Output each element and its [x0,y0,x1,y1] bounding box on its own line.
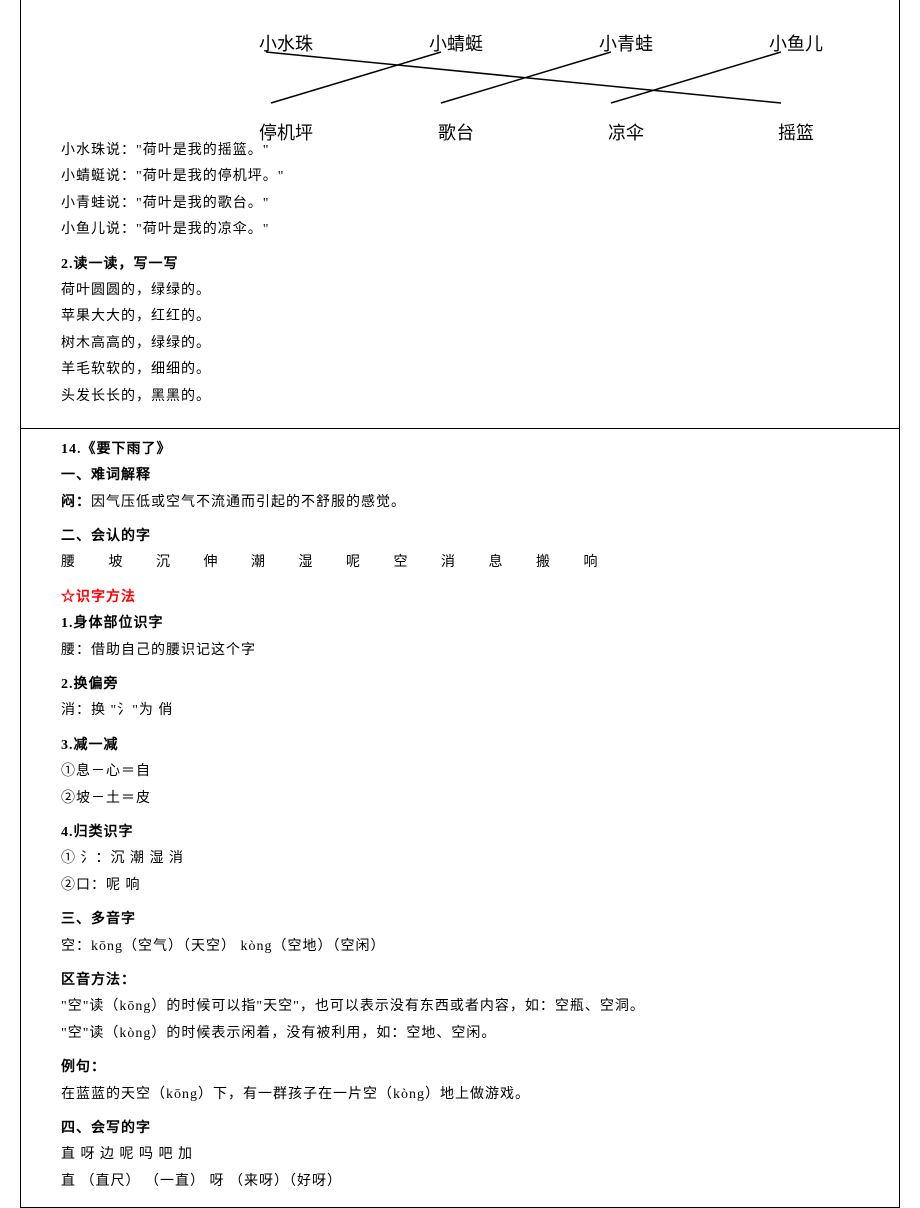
s4-l2: 直 （直尺） （一直） 呀 （来呀）（好呀） [61,1171,859,1193]
char-shen: 伸 [204,552,219,574]
qy-l2: "空"读（kòng）的时候表示闲着，没有被利用，如：空地、空闲。 [61,1023,859,1045]
m4-l2: ②口：呢 响 [61,875,859,897]
s3-line: 空：kōng（空气）（天空） kòng（空地）（空闲） [61,936,859,958]
char-po: 坡 [109,552,124,574]
char-ban: 搬 [536,552,551,574]
quote-4: 小鱼儿说："荷叶是我的凉伞。" [61,219,859,241]
s1-heading: 一、难词解释 [61,465,859,487]
section2-line-1: 荷叶圆圆的，绿绿的。 [61,280,859,302]
char-yao: 腰 [61,552,76,574]
quote-2: 小蜻蜓说："荷叶是我的停机坪。" [61,166,859,188]
qy-l1: "空"读（kōng）的时候可以指"天空"，也可以表示没有东西或者内容，如：空瓶、… [61,996,859,1018]
char-xiang: 响 [584,552,599,574]
m3-l1: ①息－心＝自 [61,761,859,783]
char-chao: 潮 [251,552,266,574]
bottom-item-3: 凉伞 [576,119,676,148]
method-heading: ☆识字方法 [61,587,859,609]
char-ne: 呢 [346,552,361,574]
bottom-item-2: 歌台 [406,119,506,148]
char-xiao: 消 [441,552,456,574]
char-chen: 沉 [156,552,171,574]
section2-line-4: 羊毛软软的，细细的。 [61,359,859,381]
section2-line-2: 苹果大大的，红红的。 [61,306,859,328]
m3-l2: ②坡－土＝皮 [61,788,859,810]
lesson14-title: 14.《要下雨了》 [61,439,859,461]
s4-l1: 直 呀 边 呢 吗 吧 加 [61,1144,859,1166]
m3-heading: 3.减一减 [61,735,859,757]
section2-line-3: 树木高高的，绿绿的。 [61,333,859,355]
qy-heading: 区音方法： [61,970,859,992]
m4-l1: ① 氵：沉 潮 湿 消 [61,848,859,870]
bottom-item-1: 停机坪 [236,119,336,148]
m4-heading: 4.归类识字 [61,822,859,844]
s2-heading: 二、会认的字 [61,526,859,548]
quotes-block: 小水珠说："荷叶是我的摇篮。" 小蜻蜓说："荷叶是我的停机坪。" 小青蛙说："荷… [61,140,859,242]
char-shi: 湿 [299,552,314,574]
lesson14-section: 14.《要下雨了》 一、难词解释 闷：因气压低或空气不流通而引起的不舒服的感觉。… [21,428,899,1207]
section2-heading: 2.读一读，写一写 [61,254,859,276]
quote-3: 小青蛙说："荷叶是我的歌台。" [61,193,859,215]
matching-diagram: 小水珠 小蜻蜓 小青蛙 小鱼儿 停机坪 歌台 凉伞 摇篮 [61,10,859,130]
char-xi: 息 [489,552,504,574]
diagram-bottom-row: 停机坪 歌台 凉伞 摇篮 [201,119,881,148]
matching-lines [211,50,891,105]
m1-line: 腰：借助自己的腰识记这个字 [61,640,859,662]
m1-heading: 1.身体部位识字 [61,613,859,635]
s3-heading: 三、多音字 [61,909,859,931]
bottom-item-4: 摇篮 [746,119,846,148]
section2-block: 2.读一读，写一写 荷叶圆圆的，绿绿的。 苹果大大的，红红的。 树木高高的，绿绿… [61,254,859,408]
s1-line: 闷：因气压低或空气不流通而引起的不舒服的感觉。 [61,492,859,514]
s2-char-list: 腰 坡 沉 伸 潮 湿 呢 空 消 息 搬 响 [61,552,859,574]
top-section: 小水珠 小蜻蜓 小青蛙 小鱼儿 停机坪 歌台 凉伞 摇篮 小水珠说："荷叶是我的… [21,0,899,428]
ex-line: 在蓝蓝的天空（kōng）下，有一群孩子在一片空（kòng）地上做游戏。 [61,1084,859,1106]
char-kong: 空 [394,552,409,574]
s4-heading: 四、会写的字 [61,1118,859,1140]
section2-line-5: 头发长长的，黑黑的。 [61,386,859,408]
ex-heading: 例句： [61,1057,859,1079]
m2-line: 消：换 "氵"为 俏 [61,700,859,722]
m2-heading: 2.换偏旁 [61,674,859,696]
